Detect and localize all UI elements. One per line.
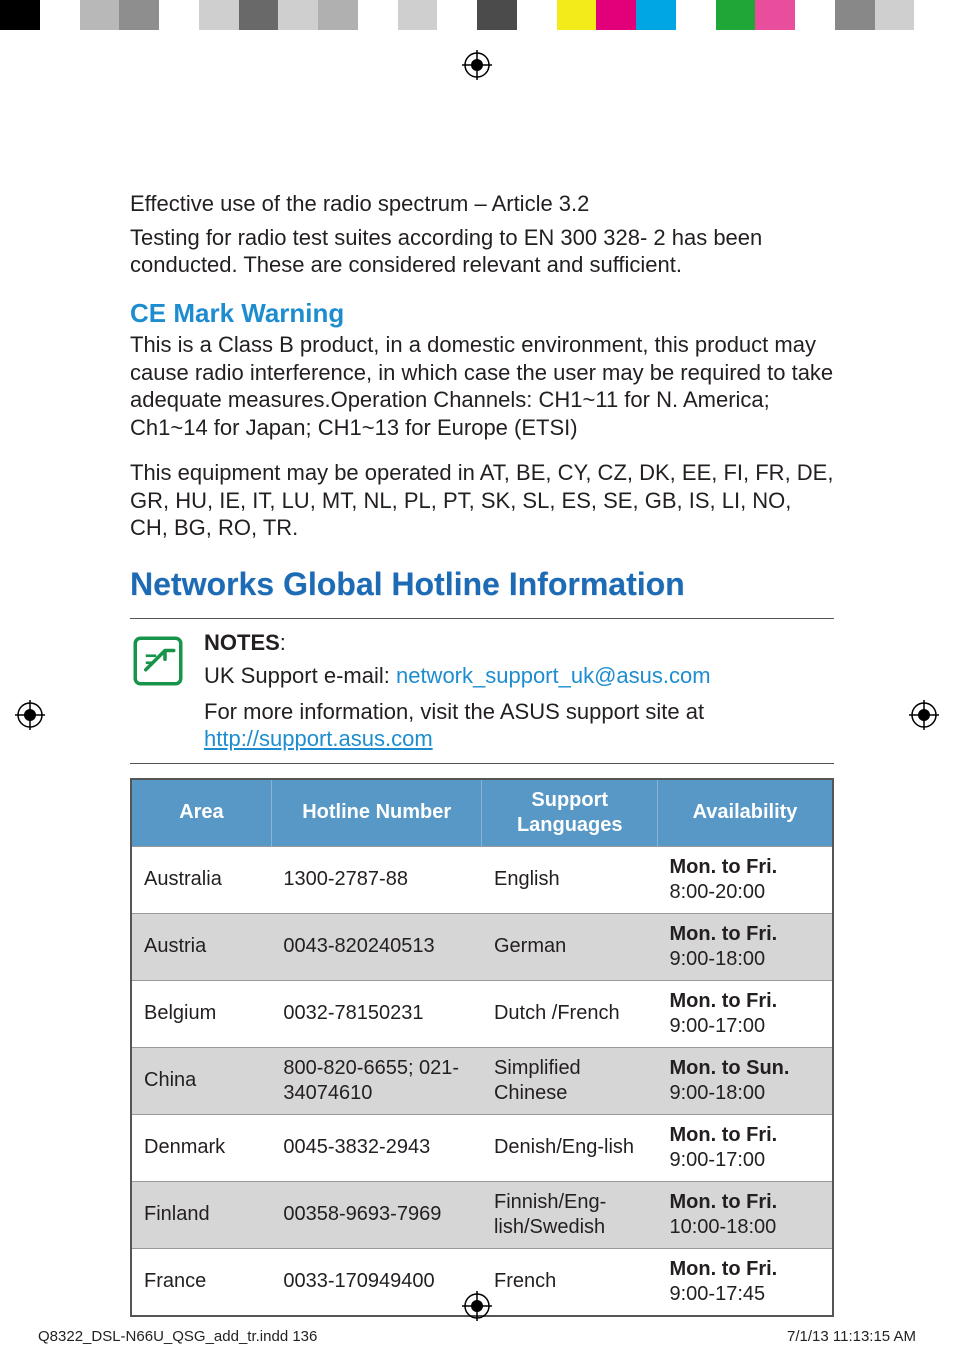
registration-mark-icon xyxy=(462,1291,492,1321)
notes-uk-email-line: UK Support e-mail: network_support_uk@as… xyxy=(204,662,834,690)
cell-availability: Mon. to Fri.9:00-17:45 xyxy=(657,1248,833,1316)
notes-box: NOTES: UK Support e-mail: network_suppor… xyxy=(130,618,834,764)
print-color-bar xyxy=(0,0,954,30)
cell-availability: Mon. to Fri.8:00-20:00 xyxy=(657,846,833,913)
cell-availability: Mon. to Sun.9:00-18:00 xyxy=(657,1047,833,1114)
cell-area: France xyxy=(131,1248,271,1316)
cell-availability: Mon. to Fri.9:00-17:00 xyxy=(657,980,833,1047)
page-content: Effective use of the radio spectrum – Ar… xyxy=(0,30,954,1317)
table-row: Belgium0032-78150231Dutch /FrenchMon. to… xyxy=(131,980,833,1047)
registration-mark-icon xyxy=(462,50,492,80)
note-icon xyxy=(130,633,186,689)
table-row: Denmark0045-3832-2943Denish/Eng-lishMon.… xyxy=(131,1114,833,1181)
cell-number: 0045-3832-2943 xyxy=(271,1114,482,1181)
cell-availability: Mon. to Fri.9:00-17:00 xyxy=(657,1114,833,1181)
print-footer: Q8322_DSL-N66U_QSG_add_tr.indd 136 7/1/1… xyxy=(38,1328,916,1345)
ce-mark-heading: CE Mark Warning xyxy=(130,297,834,330)
notes-label: NOTES: xyxy=(204,629,834,657)
cell-area: Belgium xyxy=(131,980,271,1047)
ce-mark-p1: This is a Class B product, in a domestic… xyxy=(130,331,834,441)
cell-availability: Mon. to Fri.10:00-18:00 xyxy=(657,1181,833,1248)
cell-languages: English xyxy=(482,846,658,913)
notes-uk-prefix: UK Support e-mail: xyxy=(204,663,396,688)
hotline-table: Area Hotline Number Support Languages Av… xyxy=(130,778,834,1317)
intro-line-1: Effective use of the radio spectrum – Ar… xyxy=(130,190,834,218)
cell-area: Austria xyxy=(131,913,271,980)
notes-info-line: For more information, visit the ASUS sup… xyxy=(204,698,834,753)
cell-number: 0033-170949400 xyxy=(271,1248,482,1316)
cell-languages: French xyxy=(482,1248,658,1316)
cell-area: Finland xyxy=(131,1181,271,1248)
cell-area: Australia xyxy=(131,846,271,913)
cell-number: 00358-9693-7969 xyxy=(271,1181,482,1248)
footer-timestamp: 7/1/13 11:13:15 AM xyxy=(787,1328,916,1345)
notes-info-prefix: For more information, visit the ASUS sup… xyxy=(204,699,704,724)
cell-area: China xyxy=(131,1047,271,1114)
registration-mark-icon xyxy=(909,700,939,730)
support-site-url[interactable]: http://support.asus.com xyxy=(204,726,433,751)
uk-support-email: network_support_uk@asus.com xyxy=(396,663,711,688)
cell-languages: Simplified Chinese xyxy=(482,1047,658,1114)
ce-mark-p2: This equipment may be operated in AT, BE… xyxy=(130,459,834,542)
cell-languages: Dutch /French xyxy=(482,980,658,1047)
cell-availability: Mon. to Fri.9:00-18:00 xyxy=(657,913,833,980)
table-row: Austria0043-820240513GermanMon. to Fri.9… xyxy=(131,913,833,980)
cell-number: 800-820-6655; 021-34074610 xyxy=(271,1047,482,1114)
table-row: China800-820-6655; 021-34074610Simplifie… xyxy=(131,1047,833,1114)
hotline-heading: Networks Global Hotline Information xyxy=(130,564,834,604)
table-header-area: Area xyxy=(131,779,271,847)
table-row: Finland00358-9693-7969Finnish/Eng-lish/S… xyxy=(131,1181,833,1248)
table-header-number: Hotline Number xyxy=(271,779,482,847)
cell-languages: Denish/Eng-lish xyxy=(482,1114,658,1181)
footer-filename: Q8322_DSL-N66U_QSG_add_tr.indd 136 xyxy=(38,1328,317,1345)
intro-line-2: Testing for radio test suites according … xyxy=(130,224,834,279)
cell-number: 1300-2787-88 xyxy=(271,846,482,913)
cell-languages: Finnish/Eng-lish/Swedish xyxy=(482,1181,658,1248)
cell-languages: German xyxy=(482,913,658,980)
cell-number: 0043-820240513 xyxy=(271,913,482,980)
cell-number: 0032-78150231 xyxy=(271,980,482,1047)
table-header-languages: Support Languages xyxy=(482,779,658,847)
table-row: Australia1300-2787-88EnglishMon. to Fri.… xyxy=(131,846,833,913)
table-header-availability: Availability xyxy=(657,779,833,847)
cell-area: Denmark xyxy=(131,1114,271,1181)
registration-mark-icon xyxy=(15,700,45,730)
